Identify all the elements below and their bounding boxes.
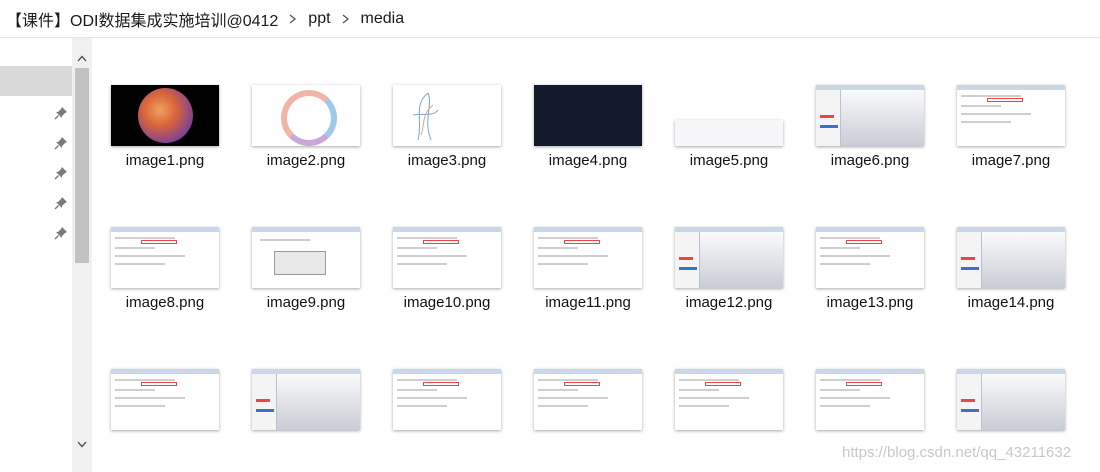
file-thumbnail[interactable] <box>523 76 653 146</box>
file-item[interactable] <box>241 360 371 470</box>
file-item[interactable] <box>382 360 512 470</box>
file-item[interactable]: image8.png <box>100 218 230 328</box>
file-item[interactable]: image6.png <box>805 76 935 186</box>
file-name-label: image1.png <box>125 152 205 169</box>
chevron-down-icon[interactable] <box>72 434 92 454</box>
file-thumbnail[interactable] <box>664 76 794 146</box>
file-thumbnail[interactable] <box>100 218 230 288</box>
nav-scrollbar[interactable] <box>72 38 92 472</box>
file-name-label: image2.png <box>266 152 346 169</box>
scrollbar-thumb[interactable] <box>75 68 89 263</box>
file-item[interactable] <box>100 360 230 470</box>
thumbnail-image <box>252 369 360 430</box>
file-thumbnail[interactable] <box>241 218 371 288</box>
file-thumbnail[interactable] <box>523 360 653 430</box>
breadcrumb-item-media[interactable]: media <box>357 10 409 28</box>
file-thumbnail[interactable] <box>805 76 935 146</box>
file-name-label: image6.png <box>830 152 910 169</box>
thumbnail-image <box>534 369 642 430</box>
thumbnail-image <box>957 369 1065 430</box>
file-thumbnail[interactable] <box>100 360 230 430</box>
pin-icon[interactable] <box>54 196 68 210</box>
thumbnail-image <box>252 85 360 146</box>
thumbnail-image <box>957 85 1065 146</box>
thumbnail-image <box>675 120 783 146</box>
chevron-right-icon[interactable] <box>335 13 357 24</box>
file-thumbnail[interactable] <box>946 76 1076 146</box>
file-thumbnail[interactable] <box>382 360 512 430</box>
breadcrumb-item-root[interactable]: 【课件】ODI数据集成实施培训@0412 <box>2 7 282 31</box>
file-thumbnail[interactable] <box>241 360 371 430</box>
watermark-text: https://blog.csdn.net/qq_43211632 <box>842 444 1072 461</box>
thumbnail-image <box>111 369 219 430</box>
thumbnail-image <box>111 85 219 146</box>
pin-icon[interactable] <box>54 226 68 240</box>
thumbnail-image <box>111 227 219 288</box>
file-name-label: image11.png <box>545 294 631 311</box>
thumbnail-image <box>393 369 501 430</box>
file-name-label: image12.png <box>685 294 773 311</box>
file-thumbnail[interactable] <box>946 218 1076 288</box>
thumbnail-image <box>393 227 501 288</box>
file-name-label: image3.png <box>407 152 487 169</box>
thumbnail-image <box>393 85 501 146</box>
file-item[interactable]: image13.png <box>805 218 935 328</box>
thumbnail-image <box>252 227 360 288</box>
file-item[interactable]: image11.png <box>523 218 653 328</box>
file-item[interactable]: image4.png <box>523 76 653 186</box>
file-item[interactable]: image12.png <box>664 218 794 328</box>
file-name-label: image9.png <box>266 294 346 311</box>
breadcrumb-item-ppt[interactable]: ppt <box>304 10 334 28</box>
chevron-up-icon[interactable] <box>72 48 92 68</box>
file-item[interactable]: image9.png <box>241 218 371 328</box>
file-thumbnail[interactable] <box>382 76 512 146</box>
file-thumbnail[interactable] <box>100 76 230 146</box>
file-item[interactable] <box>664 360 794 470</box>
file-thumbnail[interactable] <box>664 360 794 430</box>
file-name-label: image5.png <box>689 152 769 169</box>
file-name-label: image13.png <box>826 294 914 311</box>
nav-selected-item[interactable] <box>0 66 72 96</box>
file-item[interactable]: image14.png <box>946 218 1076 328</box>
thumbnail-image <box>534 227 642 288</box>
breadcrumb: 【课件】ODI数据集成实施培训@0412 ppt media <box>0 0 1100 38</box>
file-thumbnail[interactable] <box>805 218 935 288</box>
file-item[interactable]: image3.png <box>382 76 512 186</box>
file-item[interactable]: image7.png <box>946 76 1076 186</box>
thumbnail-image <box>675 227 783 288</box>
file-item[interactable]: image2.png <box>241 76 371 186</box>
file-thumbnail[interactable] <box>805 360 935 430</box>
thumbnail-image <box>816 369 924 430</box>
file-item[interactable]: image10.png <box>382 218 512 328</box>
file-name-label: image10.png <box>403 294 491 311</box>
thumbnail-image <box>957 227 1065 288</box>
file-name-label: image8.png <box>125 294 205 311</box>
file-thumbnail[interactable] <box>241 76 371 146</box>
file-item[interactable] <box>523 360 653 470</box>
chevron-right-icon[interactable] <box>282 13 304 24</box>
file-thumbnail[interactable] <box>946 360 1076 430</box>
file-item[interactable]: image5.png <box>664 76 794 186</box>
file-thumbnail[interactable] <box>523 218 653 288</box>
thumbnail-image <box>534 85 642 146</box>
file-name-label: image14.png <box>967 294 1055 311</box>
thumbnail-image <box>675 369 783 430</box>
file-name-label: image7.png <box>971 152 1051 169</box>
file-thumbnail[interactable] <box>664 218 794 288</box>
thumbnail-image <box>816 227 924 288</box>
pin-icon[interactable] <box>54 136 68 150</box>
thumbnail-image <box>816 85 924 146</box>
file-name-label: image4.png <box>548 152 628 169</box>
file-grid: image1.png image2.png image3.png image4.png… <box>100 38 1100 472</box>
pin-icon[interactable] <box>54 106 68 120</box>
pin-icon[interactable] <box>54 166 68 180</box>
file-item[interactable]: image1.png <box>100 76 230 186</box>
file-thumbnail[interactable] <box>382 218 512 288</box>
